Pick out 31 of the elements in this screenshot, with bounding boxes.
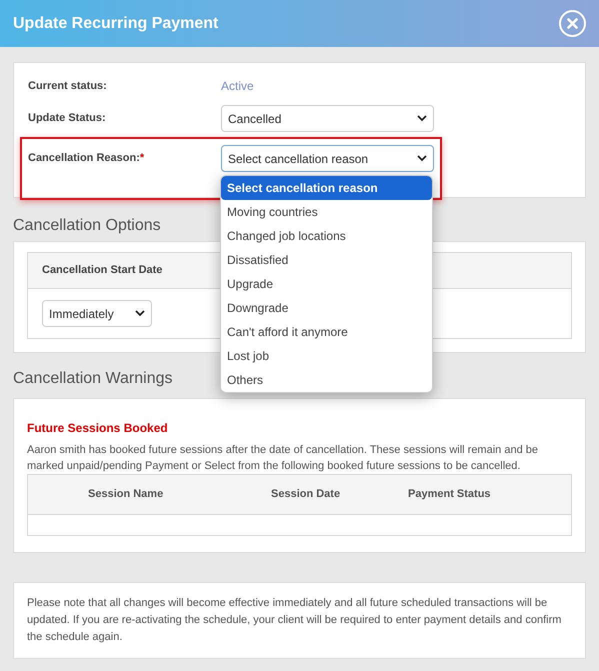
dialog-title: Update Recurring Payment — [13, 14, 218, 34]
section-title: Cancellation Warnings — [13, 369, 172, 389]
column-header: Cancellation Start Date — [42, 263, 162, 278]
status-value: Active — [221, 78, 254, 95]
dropdown-option[interactable]: Can't afford it anymore — [221, 320, 432, 344]
dropdown-option[interactable]: Select cancellation reason — [221, 176, 432, 200]
column-header: Session Name — [88, 487, 164, 502]
chevron-down-icon — [417, 115, 427, 122]
dropdown-option[interactable]: Moving countries — [221, 200, 432, 224]
status-select[interactable]: Cancelled — [221, 105, 434, 132]
column-header: Payment Status — [408, 487, 491, 502]
chevron-down-icon — [135, 310, 145, 317]
note-text: Please note that all changes will become effective immediately and all future scheduled transactions will be updated. If you are re-activating the schedule, your client will be required to enter payment details and confirm the schedule again. — [27, 596, 562, 645]
field-label: Current status: — [28, 78, 108, 94]
close-icon — [567, 18, 578, 29]
dropdown-option[interactable]: Lost job — [221, 344, 432, 368]
dropdown-option[interactable]: Downgrade — [221, 296, 432, 320]
close-button[interactable] — [559, 10, 586, 37]
chevron-down-icon — [417, 155, 427, 162]
start-date-select[interactable]: Immediately — [42, 300, 152, 327]
dropdown-option[interactable]: Dissatisfied — [221, 248, 432, 272]
dropdown-option[interactable]: Changed job locations — [221, 224, 432, 248]
field-label: Cancellation Reason:* — [28, 151, 146, 166]
warning-heading: Future Sessions Booked — [27, 420, 169, 437]
warning-message: Aaron smith has booked future sessions after the date of cancellation. These sessions will remain and be marked unpaid/pending Payment or Select from the following booked future sessions to be cancelled. — [27, 443, 539, 474]
column-header: Session Date — [271, 487, 342, 502]
field-label: Update Status: — [28, 111, 107, 126]
dropdown-option[interactable]: Upgrade — [221, 272, 432, 296]
dropdown-option[interactable]: Others — [221, 368, 432, 392]
reason-select[interactable]: Select cancellation reason — [221, 145, 434, 172]
section-title: Cancellation Options — [13, 216, 161, 236]
